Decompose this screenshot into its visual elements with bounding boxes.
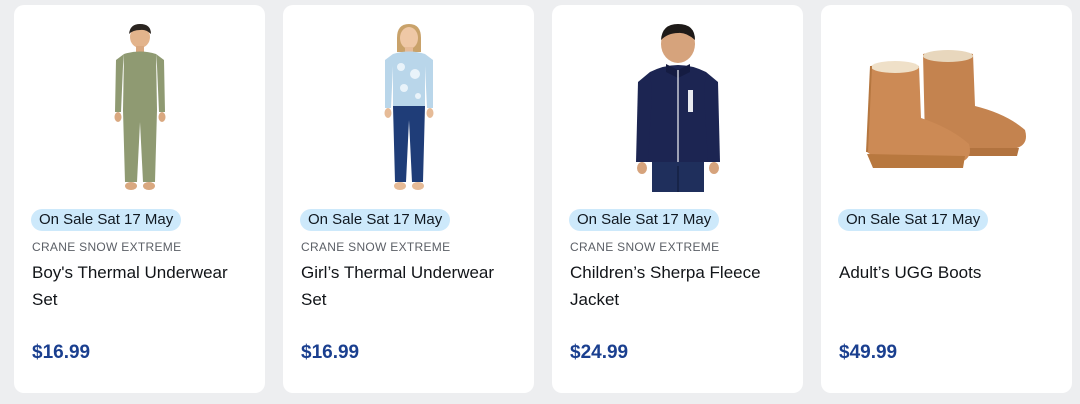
product-price: $24.99: [570, 342, 629, 363]
ugg-boots-image[interactable]: [821, 15, 1072, 203]
product-price: $16.99: [301, 342, 360, 363]
product-title[interactable]: Girl’s Thermal Underwear Set: [301, 259, 516, 313]
sale-date-badge: On Sale Sat 17 May: [838, 209, 989, 231]
product-brand: CRANE SNOW EXTREME: [570, 240, 720, 254]
boy-thermal-underwear-image[interactable]: [14, 15, 265, 203]
product-card-ugg-boots[interactable]: On Sale Sat 17 May Adult’s UGG Boots $49…: [821, 5, 1072, 393]
product-card-sherpa-jacket[interactable]: On Sale Sat 17 May CRANE SNOW EXTREME Ch…: [552, 5, 803, 393]
product-price: $49.99: [839, 342, 898, 363]
sale-date-badge: On Sale Sat 17 May: [569, 209, 720, 231]
product-price: $16.99: [32, 342, 91, 363]
girl-thermal-underwear-image[interactable]: [283, 15, 534, 203]
product-title[interactable]: Children’s Sherpa Fleece Jacket: [570, 259, 785, 313]
product-card-girls-thermal[interactable]: On Sale Sat 17 May CRANE SNOW EXTREME Gi…: [283, 5, 534, 393]
sale-date-badge: On Sale Sat 17 May: [31, 209, 182, 231]
product-title[interactable]: Adult’s UGG Boots: [839, 259, 1054, 286]
product-brand: CRANE SNOW EXTREME: [32, 240, 182, 254]
sherpa-fleece-jacket-image[interactable]: [552, 15, 803, 203]
sale-date-badge: On Sale Sat 17 May: [300, 209, 451, 231]
product-grid: On Sale Sat 17 May CRANE SNOW EXTREME Bo…: [0, 0, 1080, 404]
product-card-boys-thermal[interactable]: On Sale Sat 17 May CRANE SNOW EXTREME Bo…: [14, 5, 265, 393]
product-title[interactable]: Boy's Thermal Underwear Set: [32, 259, 247, 313]
product-brand: CRANE SNOW EXTREME: [301, 240, 451, 254]
